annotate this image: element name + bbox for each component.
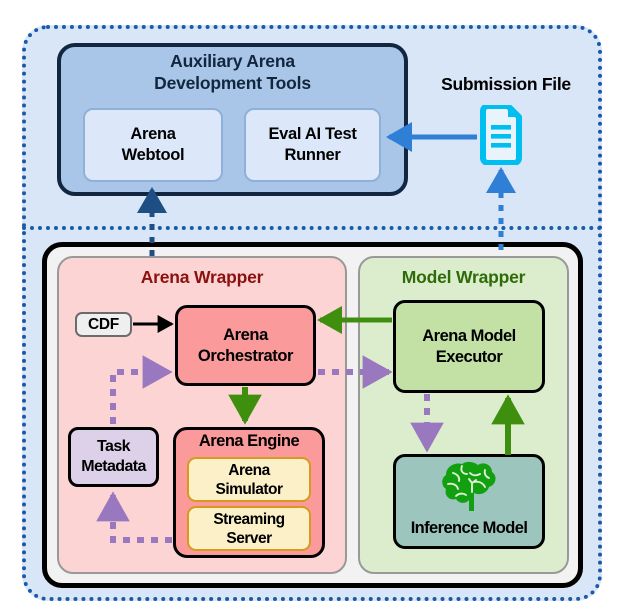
arena-model-executor-box[interactable]: Arena Model Executor [393,300,545,393]
arena-webtool-label-line2: Webtool [121,146,185,164]
arena-simulator-label-line1: Arena [228,461,270,479]
diagram-canvas: Auxiliary Arena Development Tools Arena … [0,0,640,611]
arena-model-executor-label-line1: Arena Model [422,326,516,345]
task-metadata-label-line1: Task [97,438,130,455]
arena-orchestrator-label-line1: Arena [223,325,268,344]
inference-model-label: Inference Model [410,519,528,537]
task-metadata-box[interactable]: Task Metadata [68,427,159,487]
arena-wrapper-title: Arena Wrapper [140,267,264,287]
document-file-icon [478,103,524,166]
streaming-server-box[interactable]: Streaming Server [187,506,311,551]
auxiliary-arena-development-tools-title: Auxiliary Arena Development Tools [67,50,398,94]
cdf-box[interactable]: CDF [75,312,132,337]
arena-orchestrator-box[interactable]: Arena Orchestrator [175,305,316,386]
streaming-server-label-line1: Streaming [213,510,285,528]
section-divider [22,226,602,230]
aux-tools-title-line1: Auxiliary Arena [170,51,295,71]
arena-webtool-label-line1: Arena [130,125,176,143]
task-metadata-label-line2: Metadata [81,458,146,475]
evalai-test-runner-box[interactable]: Eval AI Test Runner [244,108,381,182]
arena-simulator-label-line2: Simulator [215,480,283,498]
brain-icon [440,460,500,512]
submission-file-label: Submission File [441,74,571,94]
arena-simulator-box[interactable]: Arena Simulator [187,457,311,502]
model-wrapper-title: Model Wrapper [401,267,526,287]
arena-model-executor-label-line2: Executor [435,347,503,366]
arena-engine-title: Arena Engine [198,432,300,450]
evalai-test-runner-label-line1: Eval AI Test [268,125,357,143]
streaming-server-label-line2: Server [226,529,272,547]
evalai-test-runner-label-line2: Runner [284,146,341,164]
arena-webtool-box[interactable]: Arena Webtool [83,108,223,182]
arena-orchestrator-label-line2: Orchestrator [197,346,294,365]
aux-tools-title-line2: Development Tools [154,73,311,93]
